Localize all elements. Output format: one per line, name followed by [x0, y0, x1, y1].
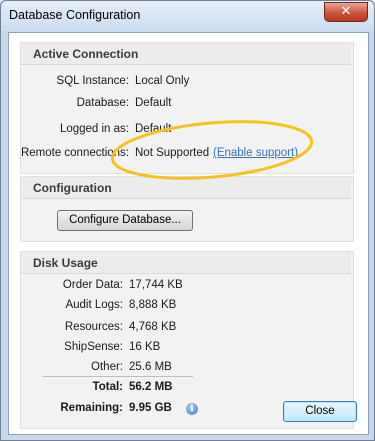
logged-in-label: Logged in as: — [59, 123, 129, 135]
audit-logs-label: Audit Logs: — [65, 299, 123, 311]
window-close-button[interactable]: ✕ — [324, 2, 368, 22]
logged-in-value: Default — [135, 123, 172, 135]
total-label: Total: — [92, 381, 123, 393]
remaining-value: 9.95 GB — [129, 402, 172, 414]
resources-label: Resources: — [64, 321, 123, 333]
resources-value: 4,768 KB — [129, 321, 177, 333]
order-data-label: Order Data: — [62, 279, 123, 291]
close-button[interactable]: Close — [283, 401, 357, 422]
info-icon[interactable]: i — [186, 403, 198, 415]
title-bar[interactable]: Database Configuration ✕ — [1, 1, 374, 31]
close-icon: ✕ — [340, 4, 352, 19]
remaining-label: Remaining: — [60, 402, 123, 414]
order-data-value: 17,744 KB — [129, 279, 183, 291]
dialog-body: Active Connection SQL Instance: Local On… — [8, 32, 369, 435]
other-label: Other: — [91, 361, 123, 373]
shipsense-value: 16 KB — [129, 341, 161, 353]
audit-logs-value: 8,888 KB — [129, 299, 177, 311]
remote-connections-label: Remote connections: — [20, 147, 129, 159]
enable-support-link[interactable]: (Enable support) — [213, 147, 298, 159]
database-value: Default — [135, 97, 172, 109]
window-title: Database Configuration — [9, 8, 141, 22]
active-connection-header: Active Connection — [21, 43, 351, 65]
total-separator — [43, 376, 193, 377]
configure-database-button[interactable]: Configure Database... — [57, 210, 193, 231]
sql-instance-label: SQL Instance: — [56, 75, 129, 87]
total-value: 56.2 MB — [129, 381, 173, 393]
configuration-header: Configuration — [21, 177, 351, 199]
sql-instance-value: Local Only — [135, 75, 190, 87]
shipsense-label: ShipSense: — [64, 341, 123, 353]
remote-connections-value: Not Supported — [135, 147, 210, 159]
database-label: Database: — [76, 97, 129, 109]
other-value: 25.6 MB — [129, 361, 172, 373]
disk-usage-header: Disk Usage — [21, 252, 351, 274]
database-configuration-window: Database Configuration ✕ Active Connecti… — [0, 0, 375, 441]
